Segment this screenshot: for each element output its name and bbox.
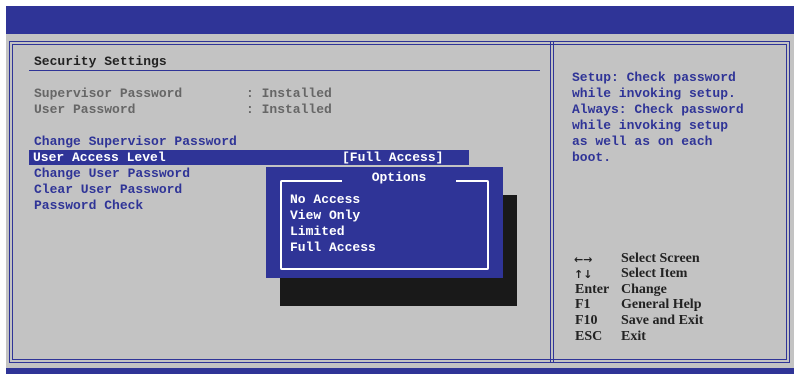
help-line-5: as well as on each bbox=[572, 134, 713, 149]
option-full-access[interactable]: Full Access bbox=[290, 240, 376, 256]
menu-user-access-level-label: User Access Level bbox=[33, 150, 166, 165]
option-view-only[interactable]: View Only bbox=[290, 208, 360, 224]
panel-divider bbox=[550, 41, 554, 363]
bios-title-bar bbox=[6, 6, 794, 34]
left-right-arrows-icon: ←→ bbox=[574, 253, 593, 266]
menu-password-check[interactable]: Password Check bbox=[34, 198, 143, 214]
help-line-2: while invoking setup. bbox=[572, 86, 736, 101]
legend-key-f10: F10 bbox=[575, 313, 598, 328]
help-line-3: Always: Check password bbox=[572, 102, 744, 117]
section-title: Security Settings bbox=[34, 54, 167, 69]
legend-save-and-exit: Save and Exit bbox=[621, 313, 704, 328]
options-popup-title: Options bbox=[342, 170, 456, 188]
legend-change: Change bbox=[621, 282, 667, 297]
legend-key-enter: Enter bbox=[575, 282, 610, 297]
legend-exit: Exit bbox=[621, 329, 646, 344]
option-limited[interactable]: Limited bbox=[290, 224, 345, 240]
status-label-user: User Password bbox=[34, 102, 136, 117]
help-line-4: while invoking setup bbox=[572, 118, 729, 133]
title-underline bbox=[29, 70, 540, 71]
menu-change-user-password[interactable]: Change User Password bbox=[34, 166, 190, 182]
legend-key-f1: F1 bbox=[575, 297, 591, 312]
help-line-1: Setup: Check password bbox=[572, 70, 736, 85]
legend-general-help: General Help bbox=[621, 297, 702, 312]
menu-change-supervisor-password[interactable]: Change Supervisor Password bbox=[34, 134, 237, 150]
status-value-supervisor: : Installed bbox=[246, 86, 332, 101]
user-access-level-value: [Full Access] bbox=[342, 150, 444, 165]
status-value-user: : Installed bbox=[246, 102, 332, 117]
bios-bottom-bar bbox=[6, 368, 794, 374]
menu-clear-user-password[interactable]: Clear User Password bbox=[34, 182, 182, 198]
status-label-supervisor: Supervisor Password bbox=[34, 86, 183, 101]
legend-select-screen: Select Screen bbox=[621, 251, 700, 266]
legend-select-item: Select Item bbox=[621, 266, 688, 281]
menu-user-access-level[interactable]: User Access Level [Full Access] bbox=[29, 150, 469, 165]
up-down-arrows-icon: ↑↓ bbox=[574, 268, 593, 281]
help-line-6: boot. bbox=[572, 150, 612, 165]
legend-key-esc: ESC bbox=[575, 329, 603, 344]
option-no-access[interactable]: No Access bbox=[290, 192, 360, 208]
